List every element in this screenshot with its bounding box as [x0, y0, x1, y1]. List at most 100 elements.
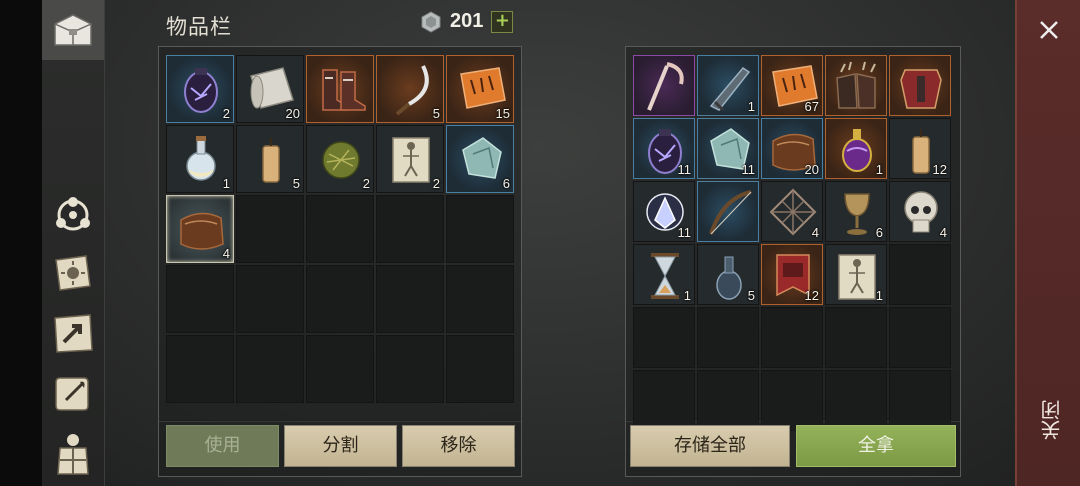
- empty-slot[interactable]: [236, 335, 304, 403]
- scroll-quill-icon[interactable]: [48, 368, 98, 418]
- item-count: 2: [362, 176, 370, 191]
- inventory-slot[interactable]: 4: [166, 195, 234, 263]
- empty-slot[interactable]: [306, 265, 374, 333]
- empty-slot[interactable]: [376, 195, 444, 263]
- page-title: 物品栏: [166, 15, 232, 39]
- inventory-slot[interactable]: 6: [446, 125, 514, 193]
- take-all-button[interactable]: 全拿: [796, 425, 956, 467]
- item-count: 11: [677, 225, 692, 240]
- item-count: 4: [939, 225, 947, 240]
- split-button[interactable]: 分割: [284, 425, 397, 467]
- storage-slot[interactable]: [889, 55, 951, 116]
- item-count: 20: [285, 106, 300, 121]
- storage-slot[interactable]: 11: [633, 181, 695, 242]
- item-count: 1: [875, 288, 883, 303]
- storage-slot[interactable]: [697, 181, 759, 242]
- close-label[interactable]: 关闭: [1037, 400, 1064, 440]
- inventory-slot[interactable]: 2: [376, 125, 444, 193]
- store-all-button[interactable]: 存储全部: [630, 425, 790, 467]
- empty-slot[interactable]: [236, 195, 304, 263]
- item-count: 5: [747, 288, 755, 303]
- empty-slot[interactable]: [889, 307, 951, 368]
- item-count: 6: [502, 176, 510, 191]
- item-count: 2: [432, 176, 440, 191]
- empty-slot[interactable]: [236, 265, 304, 333]
- storage-slot[interactable]: 1: [825, 118, 887, 179]
- storage-slot[interactable]: 12: [889, 118, 951, 179]
- candle-icon: [262, 138, 280, 183]
- storage-slot[interactable]: [825, 55, 887, 116]
- item-count: 4: [811, 225, 819, 240]
- inventory-slot[interactable]: 5: [376, 55, 444, 123]
- inventory-slot[interactable]: 15: [446, 55, 514, 123]
- remove-button[interactable]: 移除: [402, 425, 515, 467]
- cursed-potion-icon: [184, 68, 218, 113]
- storage-slot[interactable]: 67: [761, 55, 823, 116]
- item-count: 67: [804, 99, 819, 114]
- storage-slot[interactable]: 4: [889, 181, 951, 242]
- storage-slot[interactable]: 1: [825, 244, 887, 305]
- item-count: 1: [683, 288, 691, 303]
- sidebar: [42, 0, 105, 486]
- inventory-slot[interactable]: 2: [306, 125, 374, 193]
- inventory-chest-icon[interactable]: [48, 5, 98, 55]
- storage-slot[interactable]: 1: [697, 55, 759, 116]
- inventory-slot[interactable]: 2: [166, 55, 234, 123]
- currency-amount: 201: [450, 10, 484, 32]
- storage-slot[interactable]: 12: [761, 244, 823, 305]
- storage-slot[interactable]: 6: [825, 181, 887, 242]
- sun-book-icon[interactable]: [48, 248, 98, 298]
- empty-slot[interactable]: [166, 265, 234, 333]
- item-count: 5: [292, 176, 300, 191]
- empty-slot[interactable]: [889, 244, 951, 305]
- empty-slot[interactable]: [697, 307, 759, 368]
- item-count: 6: [875, 225, 883, 240]
- empty-slot[interactable]: [446, 195, 514, 263]
- sickle-icon: [395, 65, 429, 116]
- leather-icon: [180, 212, 224, 250]
- storage-grid: 1 67 11 11 20 1 12 11 4 6 4 1 5 12 1: [633, 55, 951, 431]
- empty-slot[interactable]: [446, 265, 514, 333]
- item-count: 12: [932, 162, 947, 177]
- close-panel[interactable]: 关闭: [1015, 0, 1080, 486]
- item-count: 5: [432, 106, 440, 121]
- inventory-slot[interactable]: [306, 55, 374, 123]
- storage-slot[interactable]: [633, 55, 695, 116]
- item-count: 20: [804, 162, 819, 177]
- spiked-boots-icon: [322, 69, 366, 111]
- add-currency-button[interactable]: +: [491, 10, 514, 33]
- close-icon[interactable]: [1035, 16, 1063, 44]
- empty-slot[interactable]: [306, 335, 374, 403]
- storage-slot[interactable]: 4: [761, 181, 823, 242]
- skills-tree-icon[interactable]: [48, 190, 98, 240]
- storage-slot[interactable]: 20: [761, 118, 823, 179]
- crystal-shard-icon: [462, 137, 502, 179]
- map-arrow-icon[interactable]: [48, 308, 98, 358]
- character-armor-icon[interactable]: [48, 428, 98, 478]
- currency-display: 201 +: [420, 10, 514, 33]
- herb-ball-icon: [322, 141, 360, 179]
- empty-slot[interactable]: [306, 195, 374, 263]
- storage-slot[interactable]: 1: [633, 244, 695, 305]
- storage-slot[interactable]: 11: [697, 118, 759, 179]
- inventory-slot[interactable]: 1: [166, 125, 234, 193]
- empty-slot[interactable]: [761, 307, 823, 368]
- storage-slot[interactable]: 11: [633, 118, 695, 179]
- empty-slot[interactable]: [166, 335, 234, 403]
- potion-flask-icon: [186, 136, 216, 181]
- empty-slot[interactable]: [376, 265, 444, 333]
- skeleton-scroll-icon: [392, 137, 430, 183]
- empty-slot[interactable]: [376, 335, 444, 403]
- empty-slot[interactable]: [633, 307, 695, 368]
- use-button[interactable]: 使用: [166, 425, 279, 467]
- inventory-grid: 2 20 5 15 1 5 2 2 6 4: [166, 55, 514, 403]
- empty-slot[interactable]: [446, 335, 514, 403]
- inventory-slot[interactable]: 5: [236, 125, 304, 193]
- item-count: 11: [677, 162, 692, 177]
- item-count: 1: [747, 99, 755, 114]
- storage-slot[interactable]: 5: [697, 244, 759, 305]
- empty-slot[interactable]: [825, 307, 887, 368]
- inventory-slot[interactable]: 20: [236, 55, 304, 123]
- bow-icon: [709, 190, 752, 235]
- red-armor-icon: [900, 69, 942, 109]
